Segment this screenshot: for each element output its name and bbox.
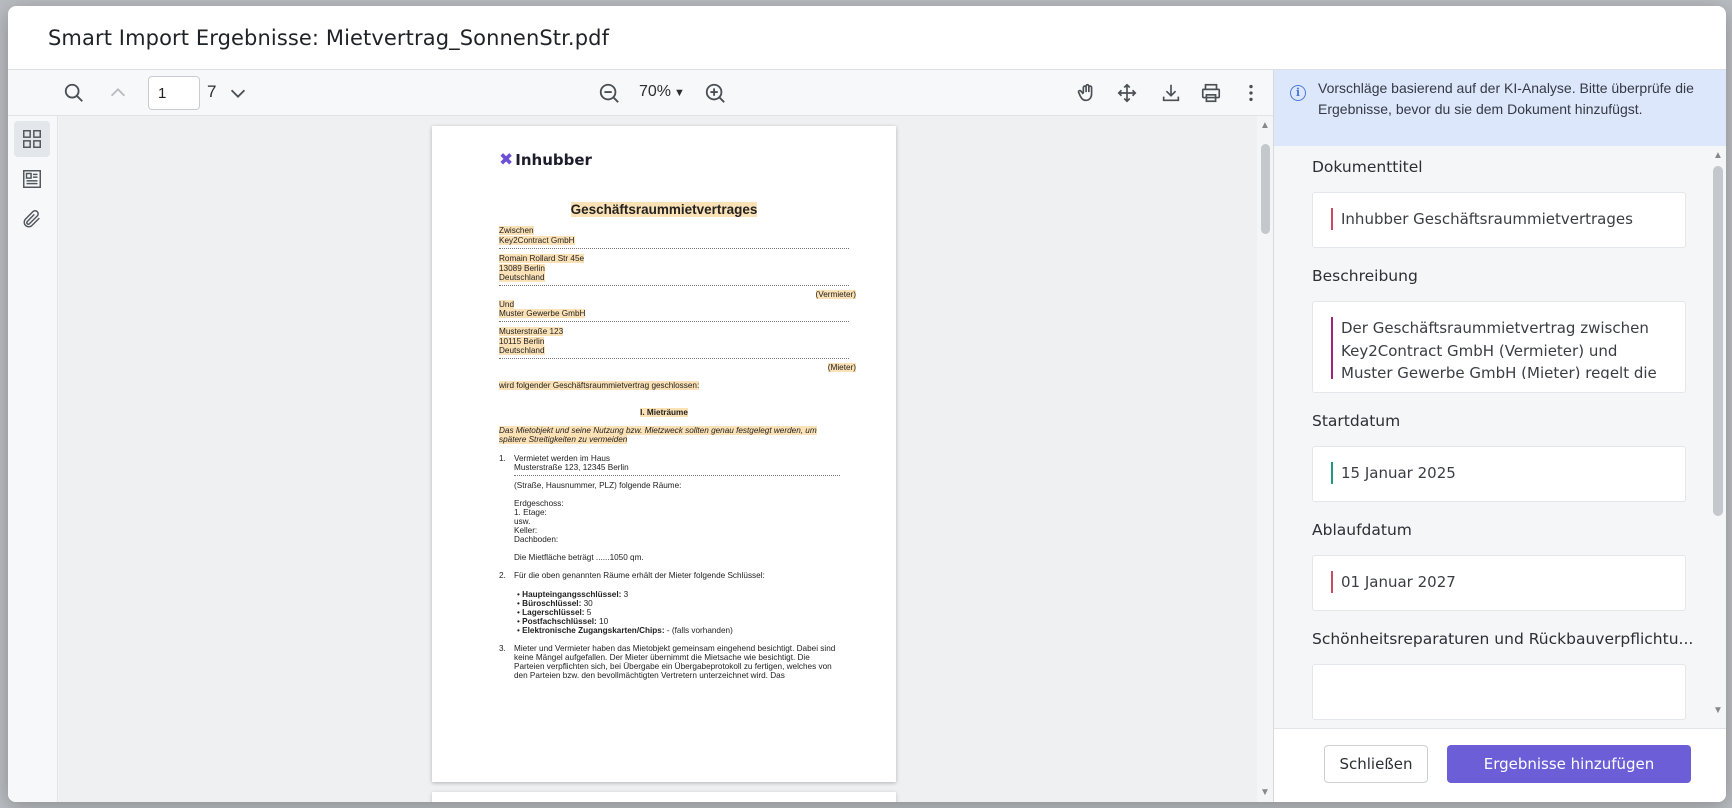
doc-line: Deutschland	[499, 273, 545, 282]
field-value: Inhubber Geschäftsraummietvertrages	[1331, 208, 1673, 230]
doc-line: (Vermieter)	[815, 290, 856, 299]
field-label: Schönheitsreparaturen und Rückbauverpfli…	[1312, 630, 1694, 648]
doc-line: Deutschland	[499, 346, 545, 355]
doc-line: wird folgender Geschäftsraummietvertrag …	[499, 381, 700, 390]
list-number: 1.	[499, 454, 506, 463]
thumbnails-icon[interactable]	[14, 121, 50, 157]
field-value: Der Geschäftsraummietvertrag zwischen Ke…	[1331, 317, 1673, 379]
outline-icon[interactable]	[14, 161, 50, 197]
scroll-down-icon[interactable]: ▼	[1713, 705, 1723, 716]
move-icon[interactable]	[1115, 81, 1139, 105]
field-end-date[interactable]: 01 Januar 2027	[1312, 555, 1686, 611]
divider	[514, 475, 840, 476]
scroll-thumb[interactable]	[1713, 166, 1723, 516]
doc-line: Romain Rollard Str 45e	[499, 254, 585, 263]
divider	[499, 358, 849, 359]
page-number-input[interactable]	[148, 76, 200, 110]
doc-line: spätere Streitigkeiten zu vermeiden	[499, 435, 628, 444]
previous-page-icon[interactable]	[106, 81, 130, 105]
inhubber-logo: ✖ Inhubber	[499, 150, 592, 170]
close-button[interactable]: Schließen	[1324, 745, 1428, 783]
download-icon[interactable]	[1159, 81, 1183, 105]
field-start-date[interactable]: 15 Januar 2025	[1312, 446, 1686, 502]
doc-line: Die Mietfläche beträgt ......1050 qm.	[514, 553, 644, 562]
dialog-footer: Schließen Ergebnisse hinzufügen	[1274, 728, 1726, 802]
field-label: Ablaufdatum	[1312, 521, 1412, 539]
list-number: 2.	[499, 571, 506, 580]
info-banner: i Vorschläge basierend auf der KI-Analys…	[1274, 70, 1726, 146]
panel-scrollbar[interactable]: ▲ ▼	[1710, 146, 1726, 720]
pdf-page-next	[432, 792, 896, 802]
pdf-viewer: 7 70%▼	[8, 70, 1274, 802]
info-icon: i	[1290, 85, 1306, 101]
field-value: 01 Januar 2027	[1331, 571, 1673, 593]
pan-tool-icon[interactable]	[1075, 81, 1099, 105]
add-results-button[interactable]: Ergebnisse hinzufügen	[1447, 745, 1691, 783]
scroll-up-icon[interactable]: ▲	[1713, 150, 1723, 161]
doc-line: Dachboden:	[514, 535, 559, 544]
dialog-title: Smart Import Ergebnisse: Mietvertrag_Son…	[48, 25, 610, 50]
field-repairs[interactable]	[1312, 664, 1686, 720]
info-text: Vorschläge basierend auf der KI-Analyse.…	[1318, 80, 1694, 117]
doc-line: Musterstraße 123, 12345 Berlin	[514, 463, 629, 472]
contract-title: Geschäftsraummietvertrages	[432, 202, 896, 217]
next-page-icon[interactable]	[226, 81, 250, 105]
field-value: 15 Januar 2025	[1331, 462, 1673, 484]
dialog-header: Smart Import Ergebnisse: Mietvertrag_Son…	[8, 6, 1726, 70]
divider	[499, 321, 849, 322]
zoom-in-icon[interactable]	[703, 81, 727, 105]
zoom-out-icon[interactable]	[597, 81, 621, 105]
field-label: Dokumenttitel	[1312, 158, 1423, 176]
attachment-icon[interactable]	[14, 201, 50, 237]
more-options-icon[interactable]	[1239, 81, 1263, 105]
field-document-title[interactable]: Inhubber Geschäftsraummietvertrages	[1312, 192, 1686, 248]
doc-line: (Straße, Hausnummer, PLZ) folgende Räume…	[514, 481, 682, 490]
doc-line: Für die oben genannten Räume erhält der …	[514, 571, 765, 580]
pdf-page: ✖ Inhubber Geschäftsraummietvertrages Zwi…	[432, 126, 896, 782]
key-item: • Elektronische Zugangskarten/Chips: - (…	[517, 626, 733, 635]
viewer-toolbar: 7 70%▼	[8, 70, 1273, 116]
scroll-thumb[interactable]	[1261, 144, 1270, 234]
doc-line: den Parteien bzw. den bevollmächtigten V…	[514, 671, 785, 680]
print-icon[interactable]	[1199, 81, 1223, 105]
search-icon[interactable]	[62, 81, 86, 105]
smart-import-dialog: Smart Import Ergebnisse: Mietvertrag_Son…	[8, 6, 1726, 802]
doc-line: Muster Gewerbe GmbH	[499, 309, 586, 318]
list-number: 3.	[499, 644, 506, 653]
logo-mark-icon: ✖	[499, 150, 514, 170]
field-label: Beschreibung	[1312, 267, 1418, 285]
section-heading: I. Mieträume	[640, 408, 688, 417]
field-description[interactable]: Der Geschäftsraummietvertrag zwischen Ke…	[1312, 301, 1686, 393]
doc-line: (Mieter)	[827, 363, 856, 372]
doc-line: Musterstraße 123	[499, 327, 564, 336]
results-panel: i Vorschläge basierend auf der KI-Analys…	[1274, 70, 1726, 802]
logo-text: Inhubber	[515, 151, 592, 169]
zoom-value: 70%	[639, 83, 672, 100]
contract-title-text: Geschäftsraummietvertrages	[570, 202, 758, 217]
document-scrollbar[interactable]: ▲ ▼	[1257, 116, 1273, 802]
page-total: 7	[207, 82, 217, 101]
fields-list: Dokumenttitel Inhubber Geschäftsraummiet…	[1274, 146, 1710, 720]
scroll-down-icon[interactable]: ▼	[1260, 787, 1270, 798]
divider	[499, 248, 849, 249]
zoom-dropdown[interactable]: 70% ▼	[639, 83, 685, 101]
document-canvas[interactable]: ✖ Inhubber Geschäftsraummietvertrages Zwi…	[59, 116, 1257, 802]
divider	[499, 285, 849, 286]
doc-line: Zwischen	[499, 226, 534, 235]
scroll-up-icon[interactable]: ▲	[1260, 120, 1270, 131]
viewer-side-rail	[8, 116, 58, 802]
doc-line: Key2Contract GmbH	[499, 236, 575, 245]
field-label: Startdatum	[1312, 412, 1401, 430]
caret-down-icon: ▼	[674, 87, 685, 99]
